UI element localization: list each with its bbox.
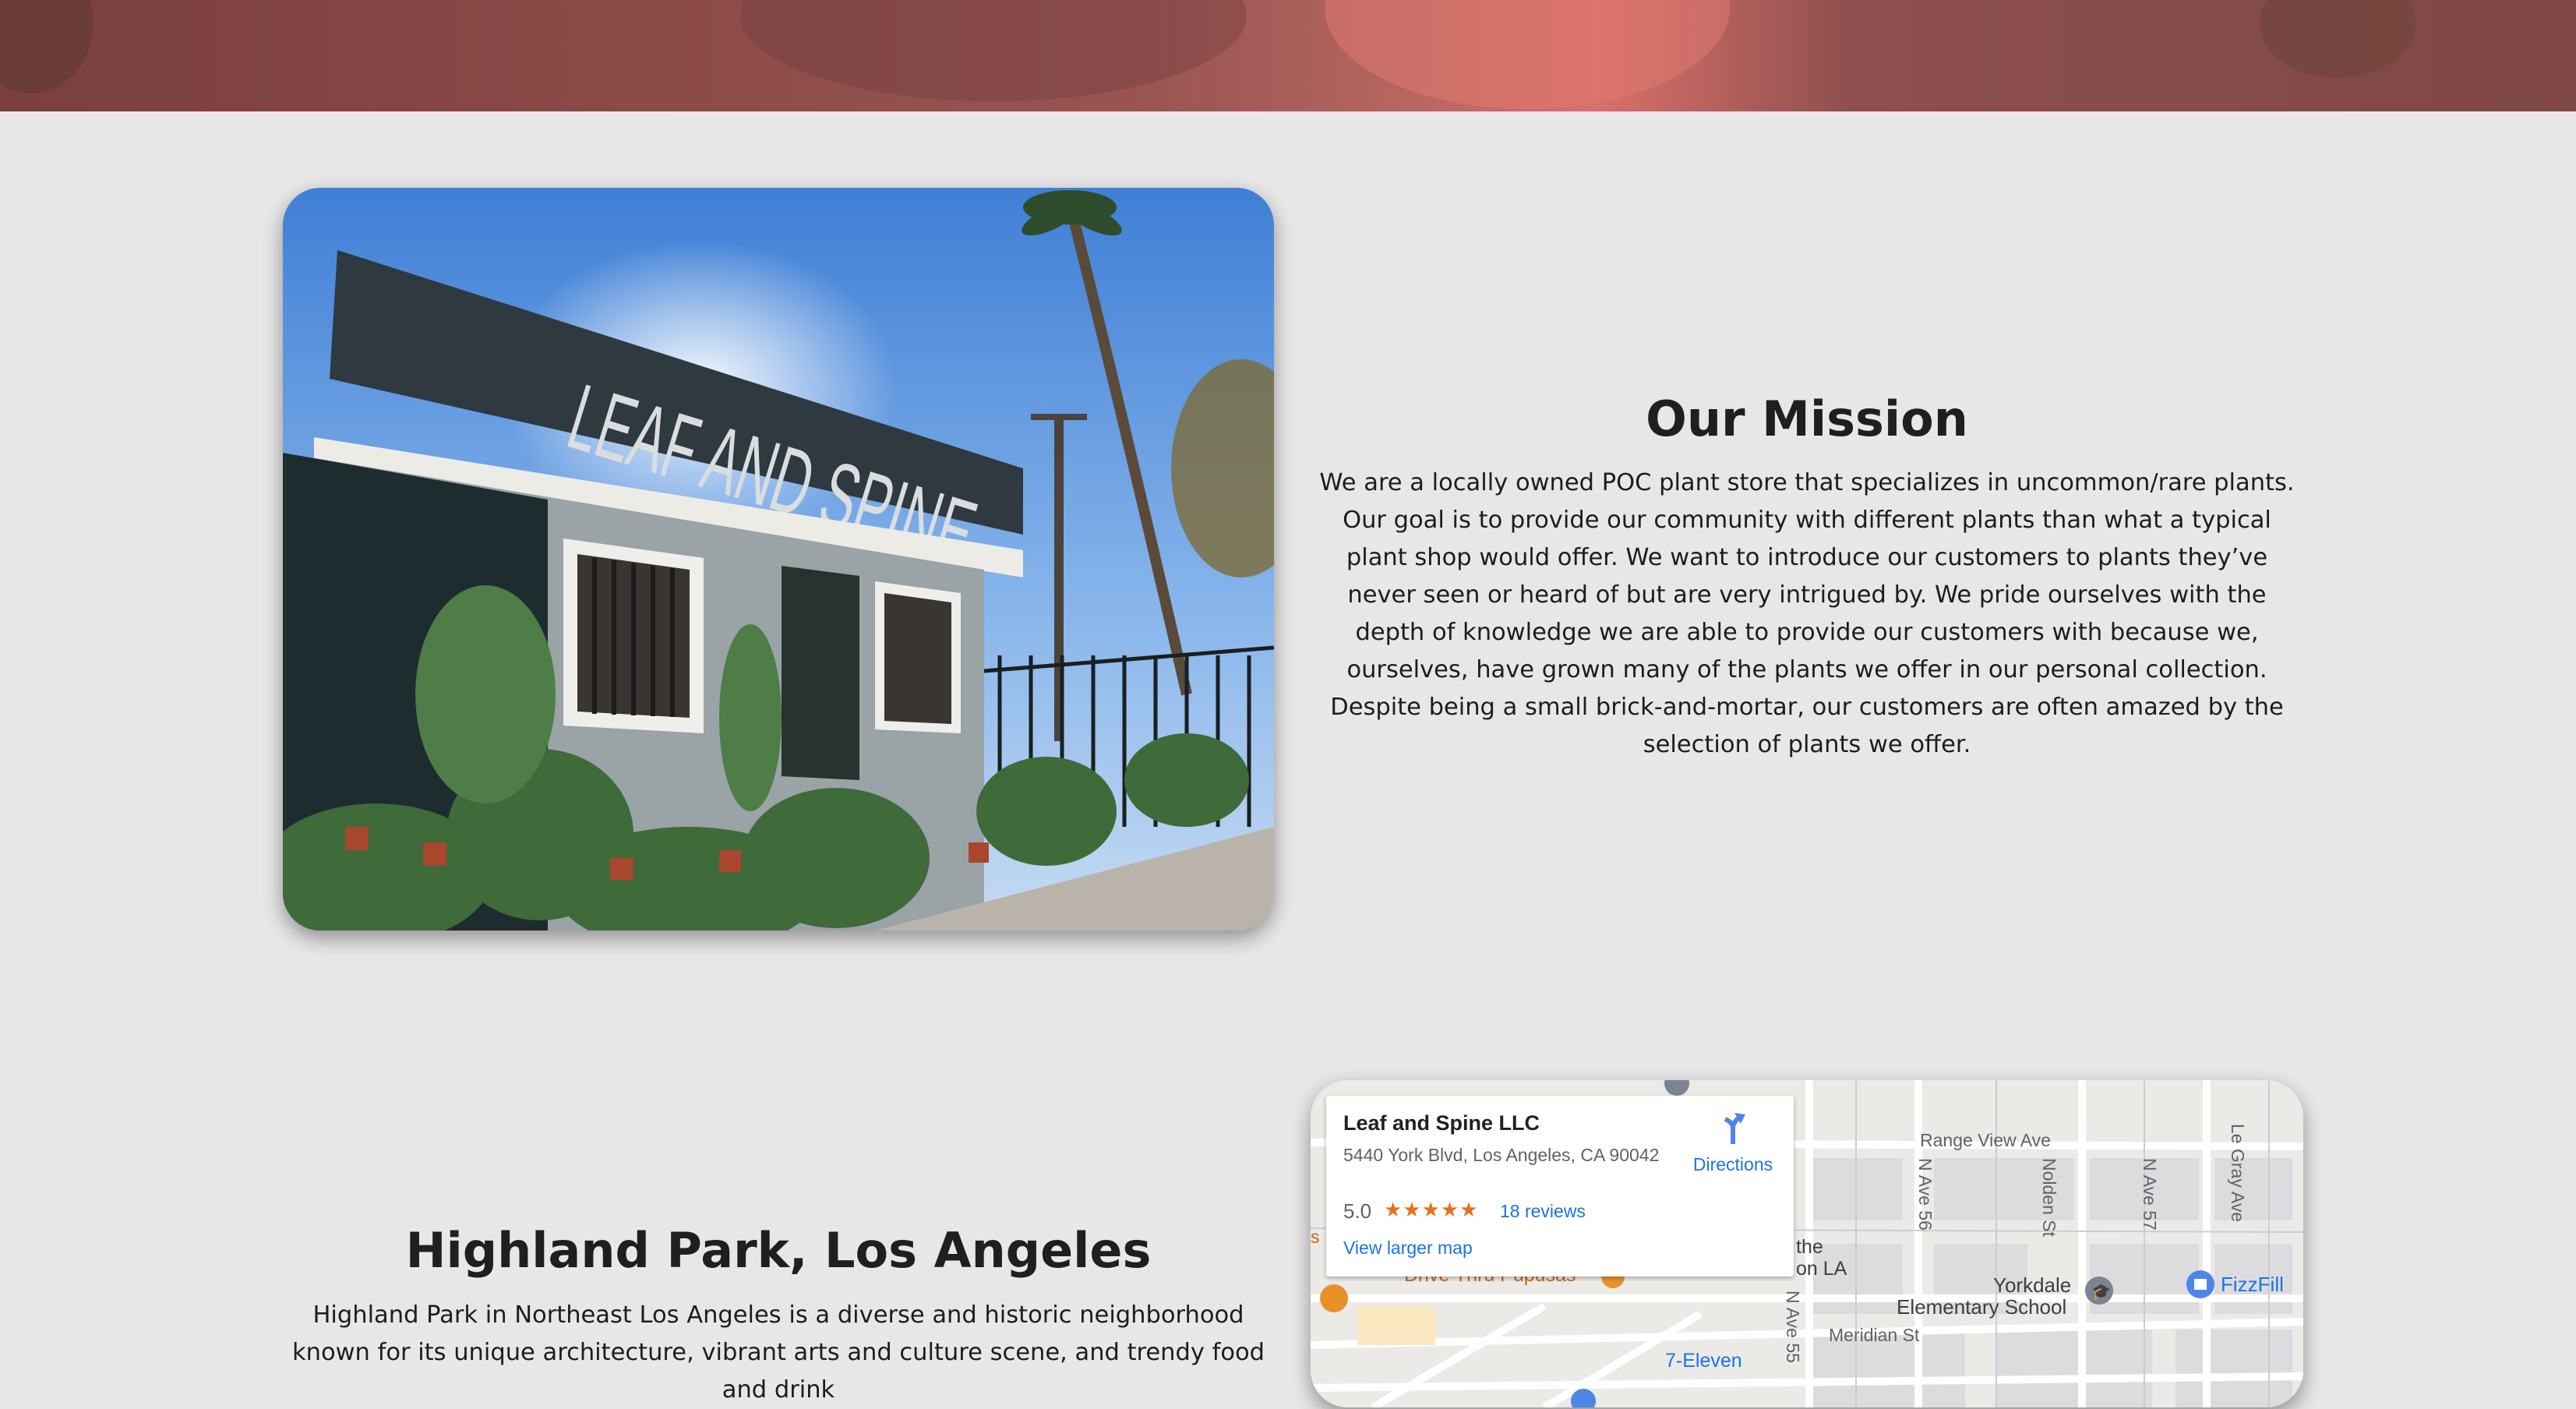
map-info-window: Leaf and Spine LLC 5440 York Blvd, Los A… <box>1326 1096 1794 1277</box>
map-pin-yorkdale[interactable]: 🎓 <box>2085 1277 2113 1305</box>
map-pin-restaurant[interactable] <box>1320 1284 1348 1312</box>
label-yorkdale: Yorkdale <box>1993 1273 2072 1297</box>
label-edge: s <box>1311 1227 1320 1247</box>
rating-stars-icon: ★★★★★ <box>1384 1198 1479 1221</box>
store-photo: LEAF AND SPINE <box>283 188 1274 931</box>
view-larger-map-link[interactable]: View larger map <box>1343 1238 1473 1259</box>
label-yorkdale-school: Elementary School <box>1897 1295 2067 1319</box>
svg-text:🎓: 🎓 <box>2091 1282 2111 1301</box>
hero-plant-right <box>2260 0 2415 78</box>
store-illustration: LEAF AND SPINE <box>283 188 1274 931</box>
label-meridian-st: Meridian St <box>1829 1325 1920 1345</box>
label-fizzfill[interactable]: FizzFill <box>2221 1273 2284 1297</box>
hero-plant-left <box>0 0 94 94</box>
label-nolden-st: Nolden St <box>2039 1158 2059 1238</box>
label-on-la: on LA <box>1796 1258 1847 1280</box>
directions-icon <box>1724 1113 1745 1144</box>
directions-label: Directions <box>1692 1154 1773 1174</box>
label-n-ave-55: N Ave 55 <box>1783 1291 1803 1363</box>
business-address: 5440 York Blvd, Los Angeles, CA 90042 <box>1343 1145 1660 1165</box>
hero-figure <box>1325 0 1730 109</box>
hero-figure-shadow <box>740 0 1247 101</box>
rating-value: 5.0 <box>1343 1199 1372 1223</box>
label-n-ave-57: N Ave 57 <box>2140 1158 2160 1231</box>
hero-banner <box>0 0 2576 111</box>
label-7-eleven[interactable]: 7-Eleven <box>1665 1350 1742 1372</box>
highland-park-text: Highland Park in Northeast Los Angeles i… <box>291 1301 1265 1404</box>
mission-text: We are a locally owned POC plant store t… <box>1319 469 2295 758</box>
reviews-link[interactable]: 18 reviews <box>1500 1201 1586 1222</box>
label-n-ave-56: N Ave 56 <box>1915 1158 1936 1231</box>
directions-button[interactable]: Directions <box>1678 1111 1787 1175</box>
highland-park-title: Highland Park, Los Angeles <box>405 1222 1152 1279</box>
label-range-view-ave: Range View Ave <box>1920 1130 2051 1150</box>
label-the: the <box>1796 1236 1823 1258</box>
map-pin-fizzfill[interactable] <box>2186 1270 2214 1298</box>
label-le-gray-ave: Le Gray Ave <box>2228 1124 2248 1223</box>
mission-title: Our Mission <box>1646 390 1968 447</box>
business-name: Leaf and Spine LLC <box>1343 1111 1540 1135</box>
google-map[interactable]: 🎓 Range View Ave N Ave 56 Nolden St N Av… <box>1311 1080 2303 1407</box>
